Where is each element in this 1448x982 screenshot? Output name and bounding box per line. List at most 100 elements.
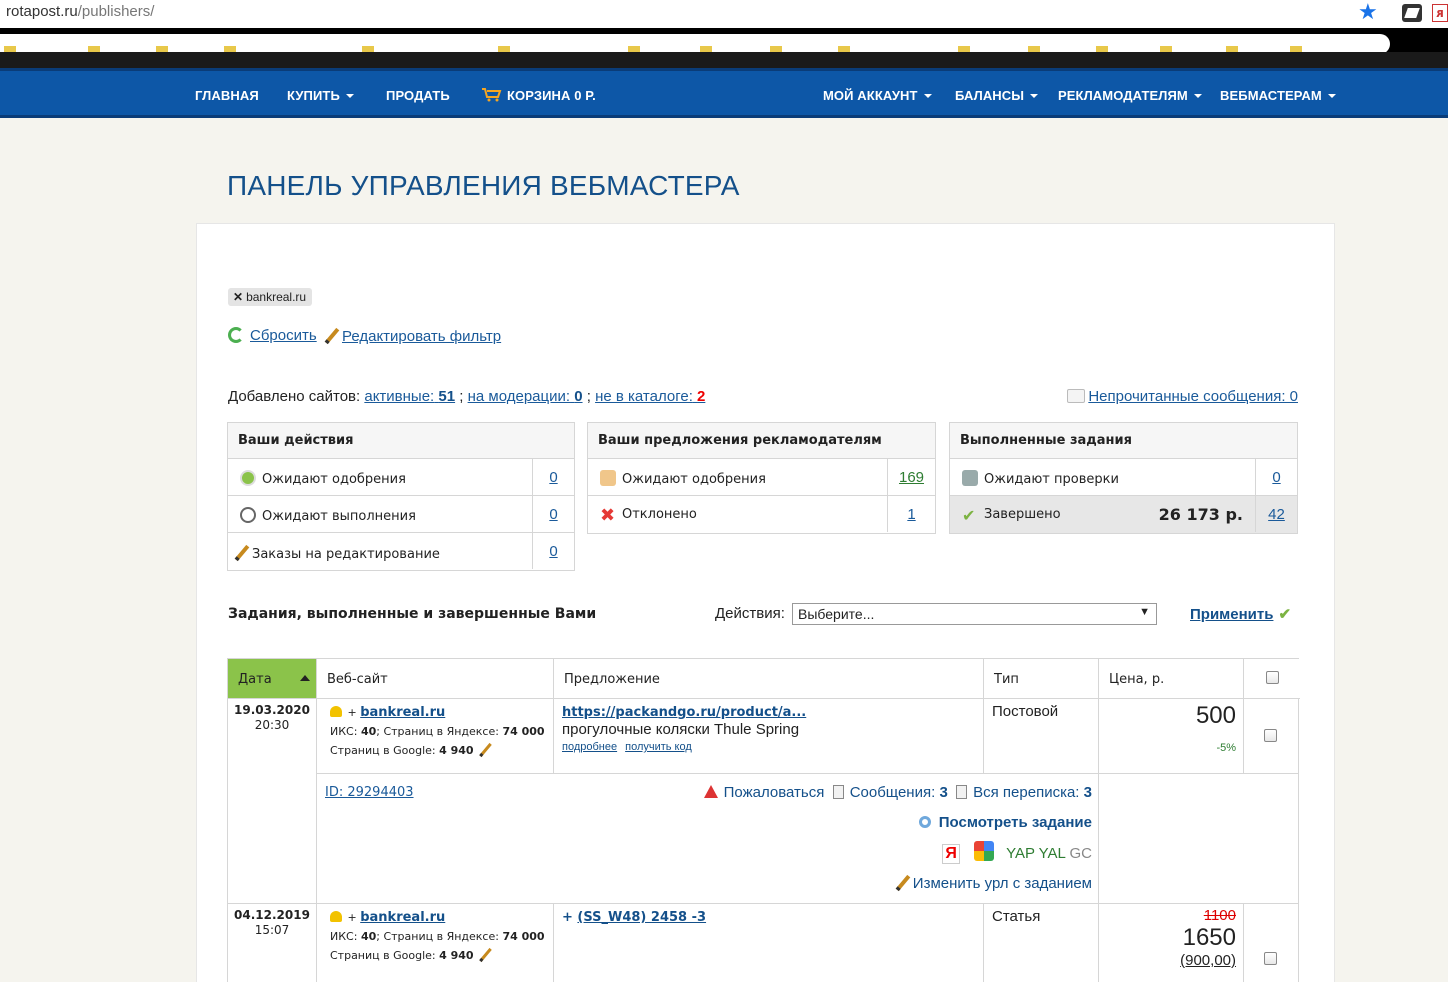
google-icon[interactable] (974, 841, 995, 861)
column-header-type[interactable]: Тип (984, 659, 1099, 699)
your-actions-box: Ваши действия Ожидают одобрения 0 Ожидаю… (227, 422, 575, 571)
row-checkbox[interactable] (1264, 729, 1277, 746)
box-row: Ожидают одобрения 169 (588, 459, 935, 496)
row-site: + bankreal.ru ИКС: 40; Страниц в Яндексе… (330, 705, 545, 758)
count-link[interactable]: 169 (887, 459, 935, 495)
column-header-date[interactable]: Дата (228, 659, 317, 699)
nav-sell[interactable]: ПРОДАТЬ (386, 88, 450, 103)
nav-advertisers[interactable]: РЕКЛАМОДАТЕЛЯМ (1058, 88, 1202, 103)
box-row: Ожидают выполнения 0 (228, 496, 574, 533)
moderation-sites-link[interactable]: на модерации: 0 (468, 388, 583, 405)
caret-down-icon (1193, 94, 1202, 98)
reset-filter-link[interactable]: Сбросить (228, 327, 317, 344)
active-sites-link[interactable]: активные: 51 (364, 388, 455, 405)
main-nav: ГЛАВНАЯ КУПИТЬ ПРОДАТЬ КОРЗИНА 0 Р. МОЙ … (0, 68, 1448, 118)
add-circle-icon (240, 470, 256, 486)
pencil-icon[interactable] (478, 947, 492, 963)
not-catalog-link[interactable]: не в каталоге: 2 (595, 388, 705, 405)
get-code-link[interactable]: получить код (625, 741, 692, 753)
dropdown-arrow-icon: ▼ (1139, 606, 1150, 618)
view-task-link[interactable]: Посмотреть задание (918, 814, 1092, 831)
row-meta-links: Пожаловаться Сообщения: 3 Вся переписка:… (703, 784, 1092, 801)
row-price: 500 -5% (1195, 702, 1236, 754)
yandex-icon[interactable]: Я (942, 844, 961, 864)
gc-badge: GC (1069, 845, 1093, 862)
magnifier-icon (918, 816, 931, 828)
nav-webmasters[interactable]: ВЕБМАСТЕРАМ (1220, 88, 1336, 103)
offer-url-link[interactable]: https://packandgo.ru/product/a... (562, 705, 806, 720)
index-badges: Я YAP YAL GC (942, 841, 1092, 864)
count-link[interactable]: 1 (887, 496, 935, 532)
bookmark-star-icon[interactable]: ★ (1358, 0, 1378, 25)
review-icon (962, 470, 978, 486)
row-date: 04.12.2019 15:07 (234, 908, 310, 937)
actions-select[interactable]: Выберите... ▼ (792, 603, 1157, 625)
cross-icon: ✖ (600, 505, 616, 526)
row-checkbox[interactable] (1264, 952, 1277, 969)
box-title: Выполненные задания (950, 423, 1297, 459)
your-offers-box: Ваши предложения рекламодателям Ожидают … (587, 422, 936, 534)
count-link[interactable]: 0 (532, 459, 574, 495)
messages-link[interactable]: Сообщения: 3 (832, 784, 948, 801)
task-id-link[interactable]: ID: 29294403 (325, 785, 414, 800)
column-header-offer[interactable]: Предложение (554, 659, 984, 699)
change-url-link[interactable]: Изменить урл с заданием (895, 874, 1092, 892)
nav-balances[interactable]: БАЛАНСЫ (955, 88, 1039, 103)
pencil-icon[interactable] (478, 742, 492, 758)
count-link[interactable]: 0 (532, 496, 574, 532)
completed-sum: 26 173 р. (1158, 505, 1243, 524)
close-icon[interactable]: ✕ (233, 290, 243, 304)
all-messages-link[interactable]: Вся переписка: 3 (956, 784, 1092, 801)
count-link[interactable]: 42 (1255, 496, 1297, 532)
check-icon: ✔ (1278, 606, 1292, 623)
box-row: Ожидают одобрения 0 (228, 459, 574, 496)
sites-stats: Добавлено сайтов: активные: 51 ; на моде… (228, 388, 706, 405)
nav-home[interactable]: ГЛАВНАЯ (195, 88, 259, 103)
favorite-icon (330, 911, 342, 922)
select-all-checkbox[interactable] (1265, 671, 1279, 684)
box-title: Ваши предложения рекламодателям (588, 423, 935, 459)
actions-label: Действия: (715, 605, 785, 622)
select-all-cell (1244, 659, 1300, 699)
box-row: Ожидают проверки 0 (950, 459, 1297, 496)
nav-account[interactable]: МОЙ АККАУНТ (823, 88, 932, 103)
caret-down-icon (345, 94, 354, 98)
extension-icon-2[interactable]: ᴙ (1432, 4, 1448, 22)
yal-badge: YAL (1038, 845, 1066, 862)
envelope-icon (1067, 389, 1086, 403)
extension-icon[interactable] (1402, 4, 1422, 22)
offer-anchor: прогулочные коляски Thule Spring (562, 721, 800, 738)
cart-icon (482, 88, 502, 102)
count-link[interactable]: 0 (532, 533, 574, 569)
site-link[interactable]: bankreal.ru (360, 705, 445, 720)
favorite-icon (330, 706, 342, 717)
row-price: 1100 1650 (900,00) (1180, 907, 1236, 969)
filter-tag[interactable]: ✕ bankreal.ru (228, 288, 313, 306)
box-title: Ваши действия (228, 423, 574, 459)
box-row: ✖ Отклонено 1 (588, 496, 935, 533)
sort-asc-icon (300, 675, 310, 681)
tasks-title: Задания, выполненные и завершенные Вами (228, 606, 597, 622)
apply-button[interactable]: Применить ✔ (1190, 605, 1291, 623)
edit-filter-link[interactable]: Редактировать фильтр (324, 327, 501, 345)
address-bar[interactable]: rotapost.ru/publishers/ ★ (0, 0, 1448, 28)
complain-link[interactable]: Пожаловаться (703, 784, 824, 801)
column-header-site[interactable]: Веб-сайт (317, 659, 554, 699)
row-type: Постовой (992, 703, 1059, 720)
completed-tasks-box: Выполненные задания Ожидают проверки 0 ✔… (949, 422, 1298, 534)
count-link[interactable]: 0 (1255, 459, 1297, 495)
row-date: 19.03.2020 20:30 (234, 703, 310, 732)
column-header-price[interactable]: Цена, р. (1099, 659, 1244, 699)
clock-icon (240, 507, 256, 523)
site-link[interactable]: bankreal.ru (360, 910, 445, 925)
more-link[interactable]: подробнее (562, 741, 617, 753)
offer-title-link[interactable]: (SS_W48) 2458 -3 (577, 910, 706, 925)
document-icon (956, 785, 968, 799)
page-title: ПАНЕЛЬ УПРАВЛЕНИЯ ВЕБМАСТЕРА (227, 170, 740, 201)
url-text[interactable]: rotapost.ru/publishers/ (6, 3, 154, 20)
document-icon (832, 785, 844, 799)
unread-messages-link[interactable]: Непрочитанные сообщения: 0 (1067, 388, 1298, 405)
box-row: Заказы на редактирование 0 (228, 533, 574, 570)
nav-cart[interactable]: КОРЗИНА 0 Р. (482, 88, 596, 103)
nav-buy[interactable]: КУПИТЬ (287, 88, 354, 103)
